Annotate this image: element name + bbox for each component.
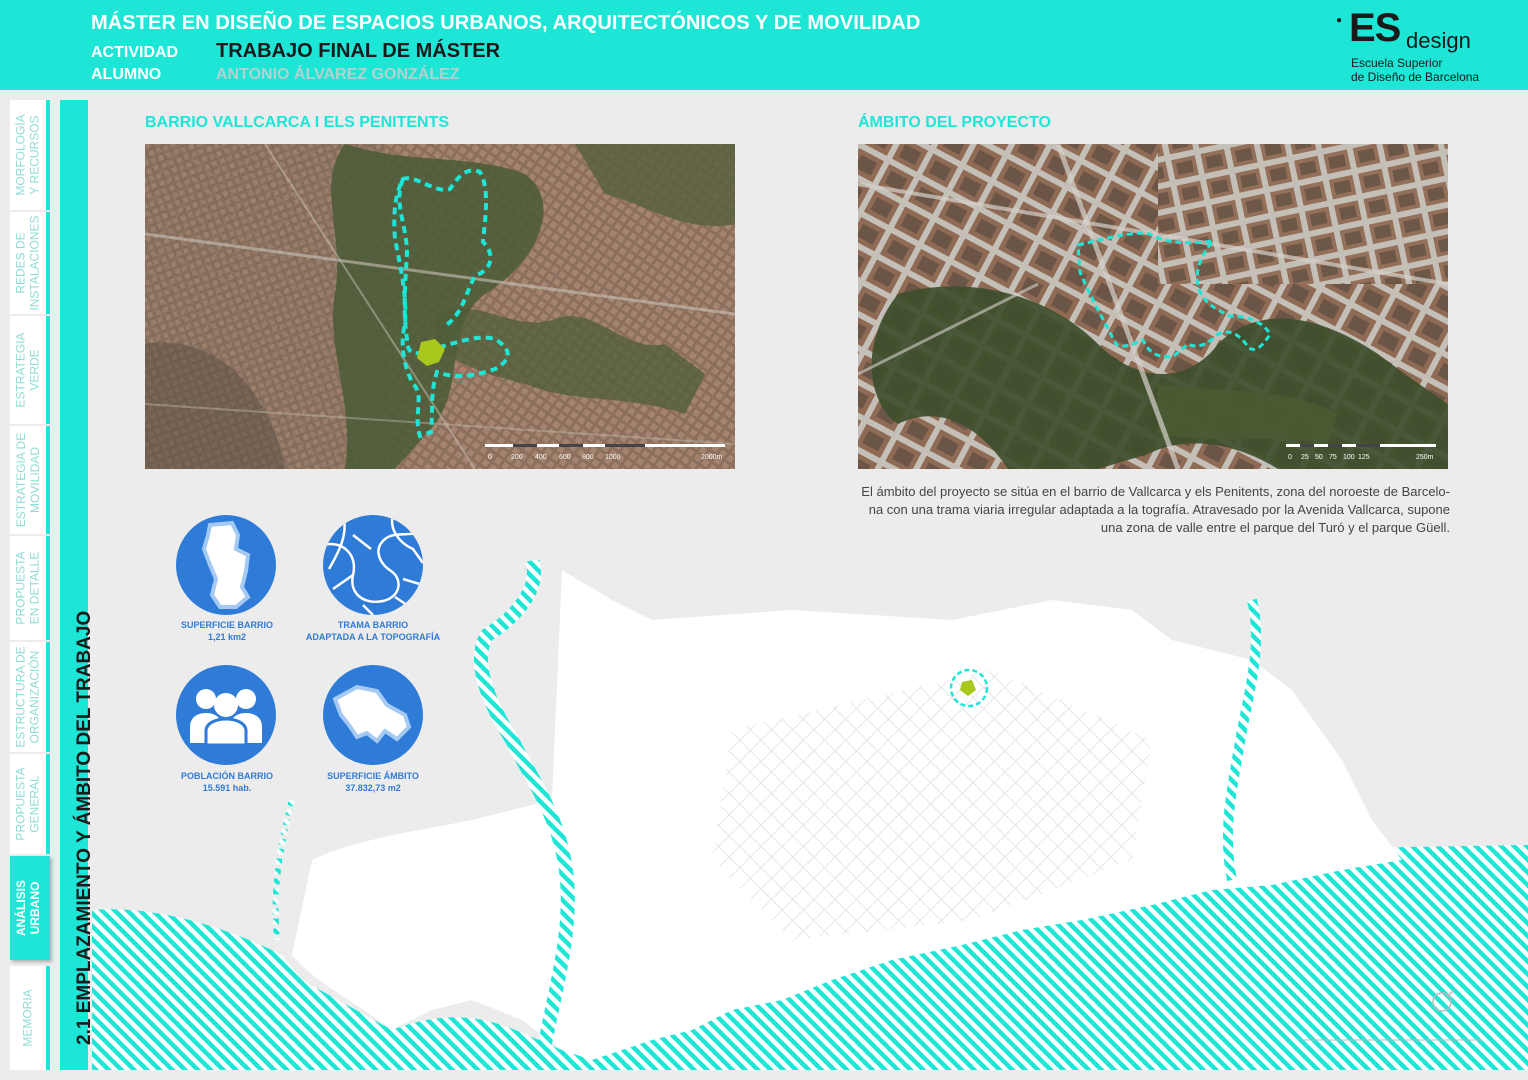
tab-line: MOVILIDAD [28, 447, 42, 514]
stat-poblacion-barrio: POBLACIÓN BARRIO 15.591 hab. [147, 770, 307, 794]
scale-label: 100 [1343, 454, 1355, 461]
map-right-title: ÁMBITO DEL PROYECTO [858, 114, 1051, 131]
tab-line: REDES DE [14, 232, 29, 294]
logo-es: ES [1349, 6, 1401, 50]
description-line: na con una trama viaria irregular adapta… [868, 502, 1450, 517]
stat-superficie-ambito: SUPERFICIE ÁMBITO 37.832,73 m2 [293, 770, 453, 794]
tab-estrategia-verde[interactable]: ESTRATEGIA VERDE [10, 316, 50, 424]
tab-morfologia[interactable]: MORFOLOGÍA Y RECURSOS [10, 100, 50, 210]
scale-label: 50 [1315, 454, 1323, 461]
aerial-barrio-image [145, 144, 735, 469]
tab-line: URBANO [28, 881, 43, 935]
tab-line: VERDE [28, 349, 42, 391]
tab-line: ESTRATEGIA DE [14, 432, 28, 528]
description-line: El ámbito del proyecto se sitúa en el ba… [861, 484, 1450, 499]
scale-label: 400 [535, 454, 547, 461]
tab-estructura[interactable]: ESTRUCTURA DE ORGANIZACIÓN [10, 642, 50, 752]
street-grid-icon [323, 515, 423, 615]
scalebar-left: 0 200 400 600 800 1000 2000m [485, 444, 725, 464]
aerial-map-ambito: 0 25 50 75 100 125 250m [858, 144, 1448, 469]
tab-line: ESTRATEGIA [14, 332, 28, 408]
stat-trama-barrio: TRAMA BARRIO ADAPTADA A LA TOPOGRAFÍA [293, 619, 453, 643]
tab-propuesta-general[interactable]: PROPUESTA GENERAL [10, 754, 50, 854]
tab-line: ORGANIZACIÓN [28, 650, 42, 744]
scale-label: 0 [488, 454, 492, 461]
tab-line: INSTALACIONES [28, 215, 43, 311]
scalebar-right: 0 25 50 75 100 125 250m [1286, 444, 1436, 464]
map-left-title: BARRIO VALLCARCA I ELS PENITENTS [145, 114, 450, 131]
master-title: MÁSTER EN DISEÑO DE ESPACIOS URBANOS, AR… [91, 12, 921, 34]
sidebar-nav: MORFOLOGÍA Y RECURSOS REDES DE INSTALACION… [10, 100, 50, 1070]
district-shape-icon [176, 515, 276, 615]
logo-line1: Escuela Superior [1351, 56, 1443, 70]
stat-value: 1,21 km2 [207, 632, 247, 642]
scale-label: 250m [1416, 454, 1434, 461]
logo-line2: de Diseño de Barcelona [1351, 70, 1480, 84]
scale-label: 125 [1358, 454, 1370, 461]
scale-label: 200 [511, 454, 523, 461]
alumno-value: ANTONIO ÁLVAREZ GONZÁLEZ [216, 66, 460, 83]
stat-superficie-barrio: SUPERFICIE BARRIO 1,21 km2 [147, 619, 307, 643]
aerial-ambito-image [858, 144, 1448, 469]
area-shape-icon [323, 665, 423, 765]
aerial-map-barrio: 0 200 400 600 800 1000 2000m [145, 144, 735, 469]
tab-line: MORFOLOGÍA [14, 114, 28, 196]
scale-label: 1000 [605, 454, 621, 461]
tab-redes[interactable]: REDES DE INSTALACIONES [10, 212, 50, 314]
stat-label: POBLACIÓN BARRIO [181, 771, 273, 781]
alumno-label: ALUMNO [91, 66, 162, 83]
scale-label: 800 [582, 454, 594, 461]
people-icon [176, 665, 276, 765]
header-bar: MÁSTER EN DISEÑO DE ESPACIOS URBANOS, AR… [0, 0, 1528, 90]
tab-memoria[interactable]: MEMORIA [10, 966, 50, 1070]
scale-label: 25 [1301, 454, 1309, 461]
tab-propuesta-detalle[interactable]: PROPUESTA EN DETALLE [10, 536, 50, 640]
logo-design: design [1406, 28, 1471, 53]
esdesign-logo[interactable]: ● ES design Escuela Superior de Diseño d… [1336, 6, 1506, 86]
tab-line: ANÁLISIS [14, 879, 29, 937]
stat-label: SUPERFICIE ÁMBITO [327, 771, 419, 781]
tab-line: EN DETALLE [28, 551, 42, 625]
tab-estrategia-movilidad[interactable]: ESTRATEGIA DE MOVILIDAD [10, 426, 50, 534]
description-line: una zona de valle entre el parque del Tu… [1100, 520, 1450, 535]
scale-label: 600 [559, 454, 571, 461]
stat-value: 15.591 hab. [202, 783, 252, 793]
actividad-label: ACTIVIDAD [91, 44, 179, 61]
stat-label: TRAMA BARRIO [337, 620, 409, 630]
tab-line: MEMORIA [21, 989, 35, 1047]
tab-analisis-urbano[interactable]: ANÁLISIS URBANO [10, 856, 50, 960]
tab-line: PROPUESTA [14, 551, 28, 625]
actividad-value: TRABAJO FINAL DE MÁSTER [216, 40, 501, 62]
stat-value: 37.832,73 m2 [345, 783, 401, 793]
stat-label: SUPERFICIE BARRIO [180, 620, 273, 630]
scale-label: 2000m [701, 454, 723, 461]
tab-line: ESTRUCTURA DE [14, 646, 28, 748]
scale-label: 0 [1288, 454, 1292, 461]
logo-mark-icon: ● [1336, 15, 1343, 26]
tab-line: Y RECURSOS [28, 115, 42, 195]
tab-line: GENERAL [28, 775, 42, 833]
project-description: El ámbito del proyecto se sitúa en el ba… [858, 483, 1450, 537]
tab-line: PROPUESTA [14, 767, 28, 841]
stat-value: ADAPTADA A LA TOPOGRAFÍA [305, 632, 441, 642]
scale-label: 75 [1329, 454, 1337, 461]
